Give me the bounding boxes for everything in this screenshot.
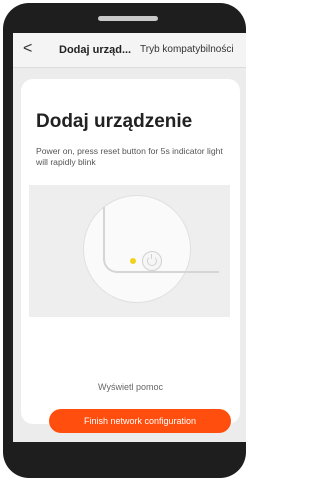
power-symbol-icon [147, 254, 157, 266]
instructions-text: Power on, press reset button for 5s indi… [36, 146, 223, 167]
back-arrow-icon[interactable]: < [23, 40, 37, 58]
indicator-light-icon [130, 258, 136, 264]
power-button-icon [142, 251, 162, 271]
help-link[interactable]: Wyświetl pomoc [21, 382, 240, 392]
page-title: Dodaj urząd... [59, 44, 132, 56]
device-illustration [29, 185, 230, 317]
top-bar: < Dodaj urząd... Tryb kompatybilności [13, 33, 246, 68]
speaker-notch [98, 16, 158, 21]
content-card: Dodaj urządzenie Power on, press reset b… [21, 79, 240, 433]
phone-frame: < Dodaj urząd... Tryb kompatybilności Do… [3, 3, 246, 478]
main-title: Dodaj urządzenie [36, 111, 193, 132]
finish-network-configuration-button[interactable]: Finish network configuration [49, 409, 231, 433]
screen: < Dodaj urząd... Tryb kompatybilności Do… [13, 33, 246, 442]
compatibility-mode-link[interactable]: Tryb kompatybilności [140, 44, 234, 55]
